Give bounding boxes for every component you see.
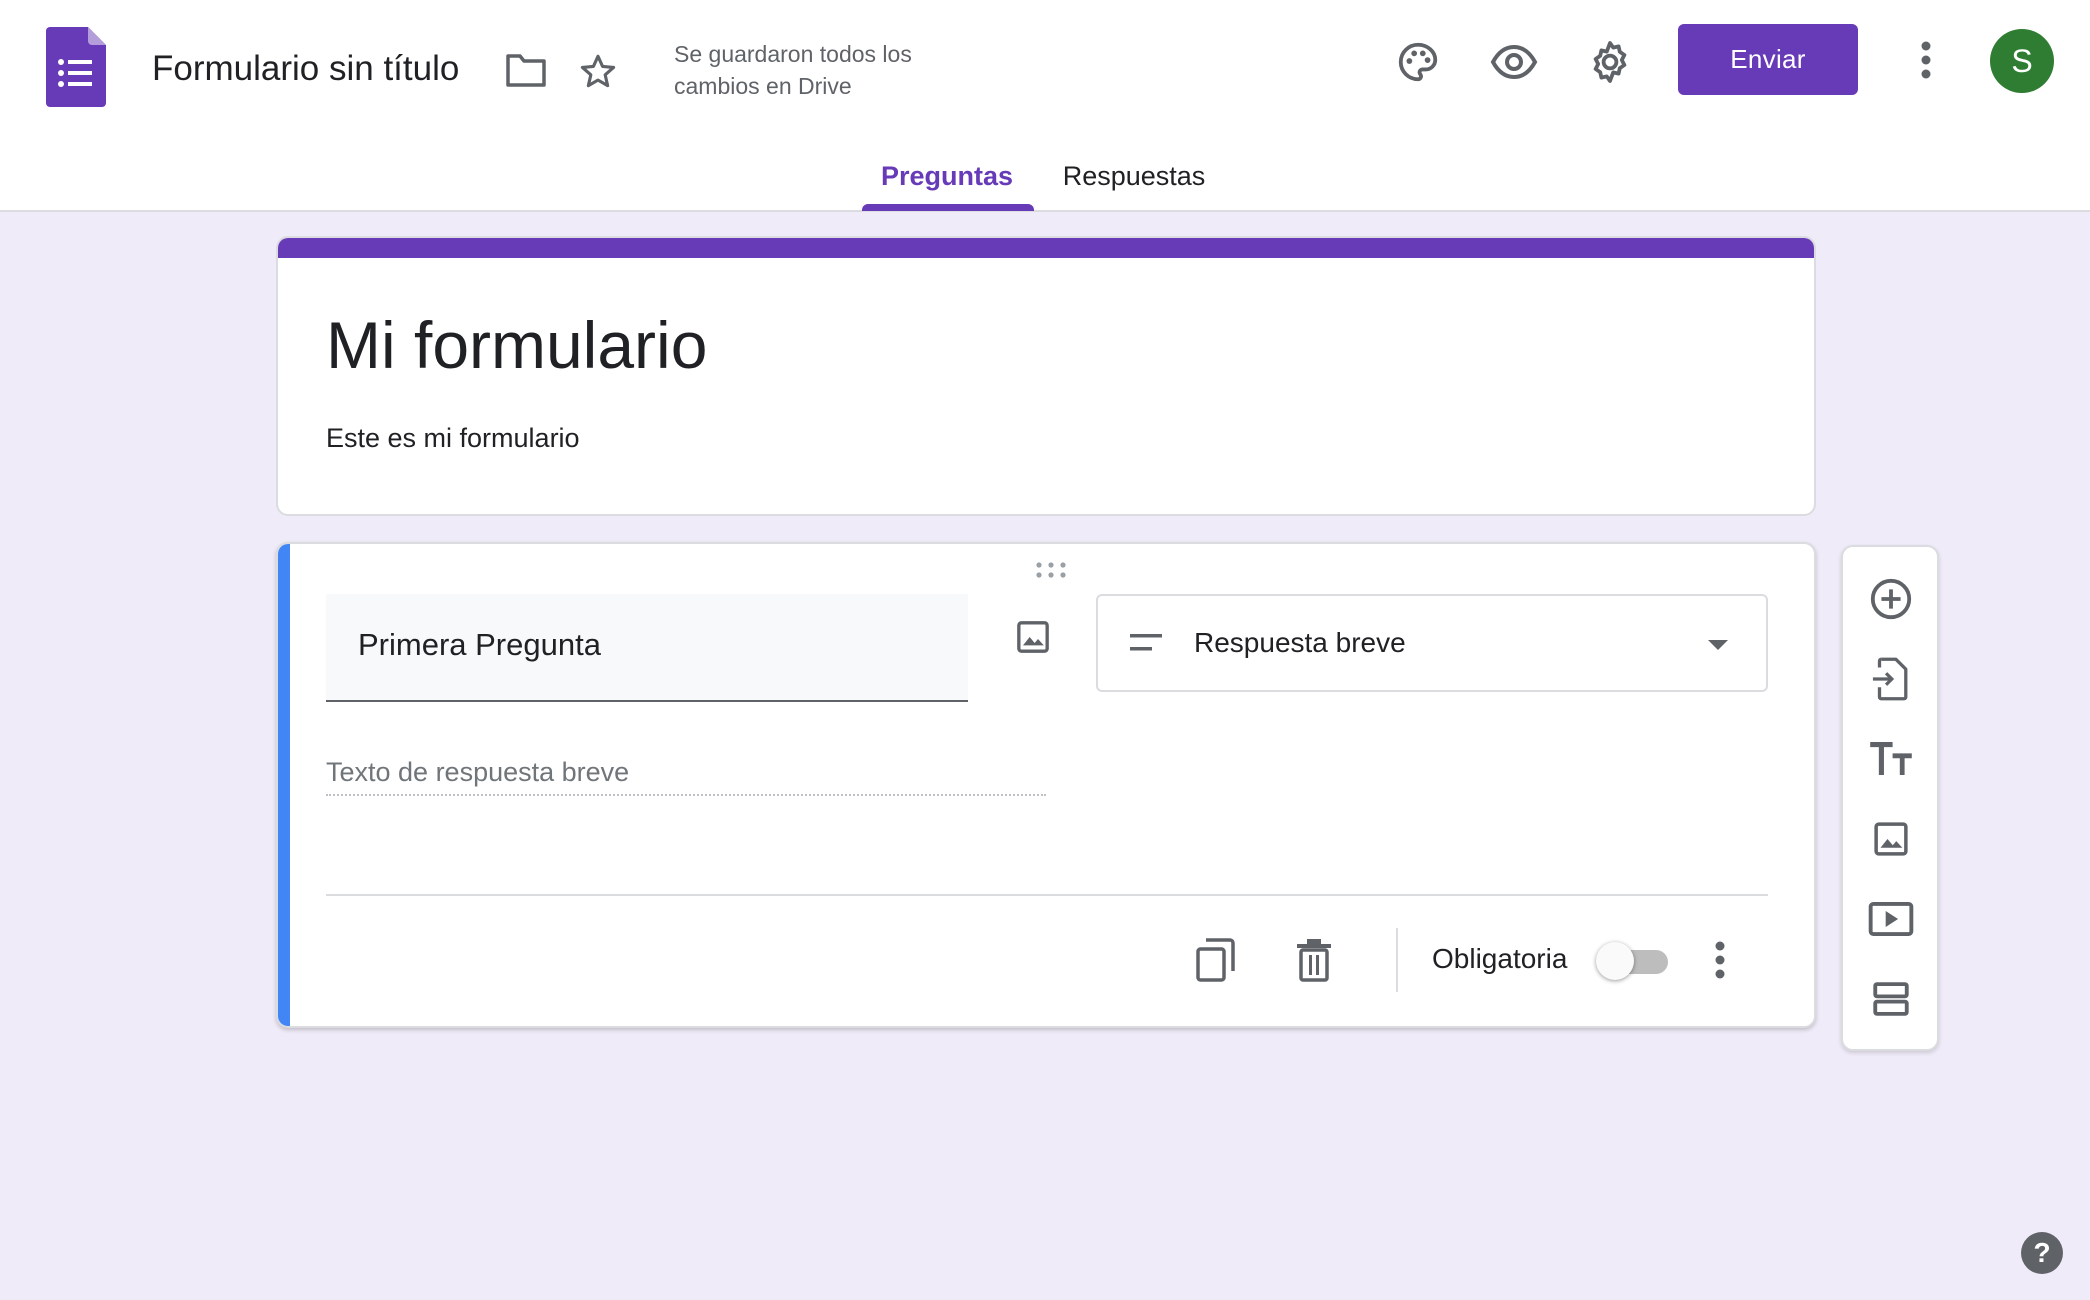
question-card[interactable]: Primera Pregunta Respuesta breve Texto d… (276, 542, 1816, 1028)
gear-icon[interactable] (1582, 34, 1638, 90)
saved-status: Se guardaron todos los cambios en Drive (674, 41, 912, 99)
more-vert-icon[interactable] (1908, 36, 1944, 84)
form-description[interactable]: Este es mi formulario (326, 420, 580, 456)
form-title[interactable]: Mi formulario (326, 302, 707, 388)
required-label: Obligatoria (1432, 943, 1568, 974)
question-type-label: Respuesta breve (1194, 627, 1406, 658)
side-toolbar (1841, 545, 1939, 1051)
folder-icon[interactable] (500, 48, 552, 92)
send-button[interactable]: Enviar (1678, 24, 1858, 95)
required-toggle[interactable] (1596, 942, 1672, 980)
tab-responses[interactable]: Respuestas (1046, 158, 1222, 194)
trash-icon[interactable] (1286, 932, 1342, 988)
footer-separator (1396, 928, 1398, 992)
accent-band (278, 238, 1814, 258)
form-header-card[interactable]: Mi formulario Este es mi formulario (276, 236, 1816, 516)
add-image-icon[interactable] (1859, 807, 1923, 871)
active-tab-indicator (862, 204, 1034, 211)
add-video-icon[interactable] (1859, 887, 1923, 951)
avatar[interactable]: S (1990, 29, 2054, 93)
drag-handle-icon[interactable] (1031, 560, 1071, 580)
add-image-icon[interactable] (1008, 612, 1058, 662)
question-footer-divider (326, 894, 1768, 896)
star-icon[interactable] (574, 48, 622, 96)
active-question-indicator (278, 544, 290, 1026)
short-answer-placeholder: Texto de respuesta breve (326, 754, 1046, 796)
import-questions-icon[interactable] (1859, 647, 1923, 711)
question-title: Primera Pregunta (358, 627, 601, 662)
add-title-icon[interactable] (1859, 727, 1923, 791)
palette-icon[interactable] (1390, 34, 1446, 90)
app-header: Formulario sin título Se guardaron todos… (0, 0, 2090, 212)
document-title[interactable]: Formulario sin título (152, 46, 459, 92)
question-more-vert-icon[interactable] (1702, 936, 1738, 984)
add-question-icon[interactable] (1859, 567, 1923, 631)
help-button[interactable]: ? (2021, 1232, 2063, 1274)
chevron-down-icon (1708, 640, 1728, 650)
duplicate-icon[interactable] (1188, 932, 1244, 988)
tab-questions[interactable]: Preguntas (862, 158, 1032, 194)
toggle-knob (1596, 942, 1634, 980)
eye-icon[interactable] (1486, 34, 1542, 90)
google-forms-icon[interactable] (46, 27, 106, 107)
question-title-field[interactable]: Primera Pregunta (326, 594, 968, 702)
add-section-icon[interactable] (1859, 967, 1923, 1031)
short-answer-icon (1130, 634, 1162, 651)
question-type-select[interactable]: Respuesta breve (1096, 594, 1768, 692)
